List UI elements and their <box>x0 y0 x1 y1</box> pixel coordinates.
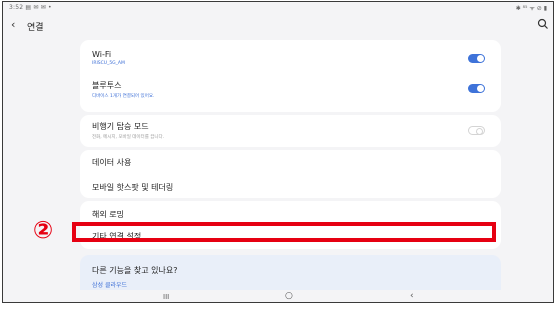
hotspot-row[interactable]: 모바일 핫스팟 및 테더링 <box>92 182 173 193</box>
app-header: ‹ 연결 <box>3 15 553 37</box>
airplane-mode-row[interactable]: 비행기 탑승 모드 전화, 메시지, 모바일 데이터를 끕니다. <box>92 121 164 140</box>
airplane-mode-label: 비행기 탑승 모드 <box>92 122 149 131</box>
back-button[interactable]: ‹ <box>410 291 414 301</box>
roaming-row[interactable]: 해외 로밍 <box>92 209 124 220</box>
navigation-bar: III ○ ‹ <box>3 290 553 302</box>
step-marker: ② <box>32 216 54 244</box>
samsung-cloud-link-text[interactable]: 삼성 클라우드 <box>92 282 127 289</box>
roaming-label: 해외 로밍 <box>92 210 124 219</box>
screen-frame: 3:52 ▤ ✉ ✉ • ✱ ⁸⁵ ᯤ ⊘ ▮ ‹ 연결 Wi-Fi IRISC… <box>2 1 554 303</box>
chevron-left-icon[interactable]: ‹ <box>11 18 15 31</box>
wifi-label: Wi-Fi <box>92 50 112 59</box>
data-usage-label: 데이터 사용 <box>92 158 132 167</box>
home-button[interactable]: ○ <box>285 291 293 301</box>
status-time: 3:52 ▤ ✉ ✉ • <box>9 4 52 11</box>
recent-apps-button[interactable]: III <box>163 293 169 301</box>
data-usage-row[interactable]: 데이터 사용 <box>92 157 131 168</box>
samsung-cloud-link[interactable]: 삼성 클라우드 <box>92 280 127 289</box>
wifi-network-name: IRISCU_5G_AM <box>92 61 125 66</box>
hotspot-label: 모바일 핫스팟 및 테더링 <box>92 183 174 192</box>
settings-card-data: 데이터 사용 모바일 핫스팟 및 테더링 <box>80 150 501 198</box>
bluetooth-row[interactable]: 블루투스 디바이스 1개가 연결되어 있어요. <box>92 80 154 99</box>
highlight-box <box>72 222 496 242</box>
airplane-mode-desc: 전화, 메시지, 모바일 데이터를 끕니다. <box>92 135 165 140</box>
bluetooth-status: 디바이스 1개가 연결되어 있어요. <box>92 94 155 99</box>
status-bar: 3:52 ▤ ✉ ✉ • ✱ ⁸⁵ ᯤ ⊘ ▮ <box>3 2 553 13</box>
wifi-toggle[interactable] <box>468 54 485 63</box>
settings-card-airplane: 비행기 탑승 모드 전화, 메시지, 모바일 데이터를 끕니다. <box>80 115 501 147</box>
suggestion-title: 다른 기능을 찾고 있나요? <box>92 265 177 276</box>
bluetooth-toggle[interactable] <box>468 84 485 93</box>
wifi-row[interactable]: Wi-Fi IRISCU_5G_AM <box>92 50 125 66</box>
page-title: 연결 <box>27 23 44 33</box>
bluetooth-label: 블루투스 <box>92 81 122 90</box>
airplane-mode-toggle[interactable] <box>468 126 485 135</box>
suggestion-card: 다른 기능을 찾고 있나요? 삼성 클라우드 <box>80 255 501 295</box>
suggestion-title-text: 다른 기능을 찾고 있나요? <box>92 266 178 275</box>
search-icon[interactable] <box>537 18 549 30</box>
status-icons: ✱ ⁸⁵ ᯤ ⊘ ▮ <box>515 5 547 12</box>
settings-card-wireless: Wi-Fi IRISCU_5G_AM 블루투스 디바이스 1개가 연결되어 있어… <box>80 40 501 112</box>
